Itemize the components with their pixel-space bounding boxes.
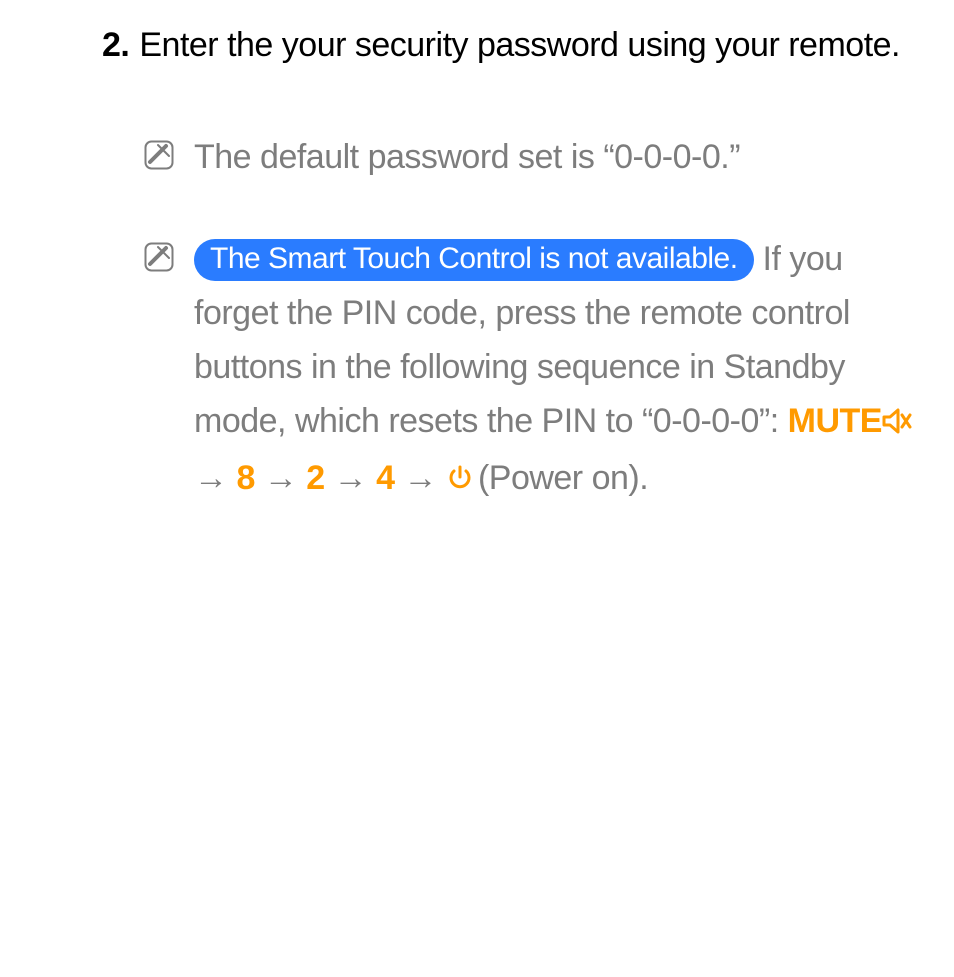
availability-badge: The Smart Touch Control is not available… (194, 239, 754, 281)
note-text: The default password set is “0-0-0-0.” (194, 130, 740, 184)
power-icon (446, 454, 474, 508)
sequence-key-2: 2 (306, 459, 324, 497)
note-icon (144, 242, 174, 277)
sequence-key-8: 8 (236, 459, 254, 497)
step-item: 2. Enter the your security password usin… (102, 18, 914, 72)
step-number: 2. (102, 18, 129, 72)
step-text: Enter the your security password using y… (139, 18, 900, 72)
note-icon (144, 140, 174, 175)
sequence-mute-label: MUTE (788, 402, 882, 440)
note-item: The Smart Touch Control is not available… (144, 232, 914, 508)
mute-icon (882, 397, 912, 451)
note-item: The default password set is “0-0-0-0.” (144, 130, 914, 184)
manual-page: 2. Enter the your security password usin… (0, 0, 954, 508)
note-body: The Smart Touch Control is not available… (194, 232, 914, 508)
power-on-label: (Power on). (478, 459, 648, 497)
arrow-icon: → (194, 459, 236, 497)
arrow-icon: → (395, 459, 446, 497)
arrow-icon: → (255, 459, 306, 497)
arrow-icon: → (325, 459, 376, 497)
sequence-key-4: 4 (376, 459, 394, 497)
